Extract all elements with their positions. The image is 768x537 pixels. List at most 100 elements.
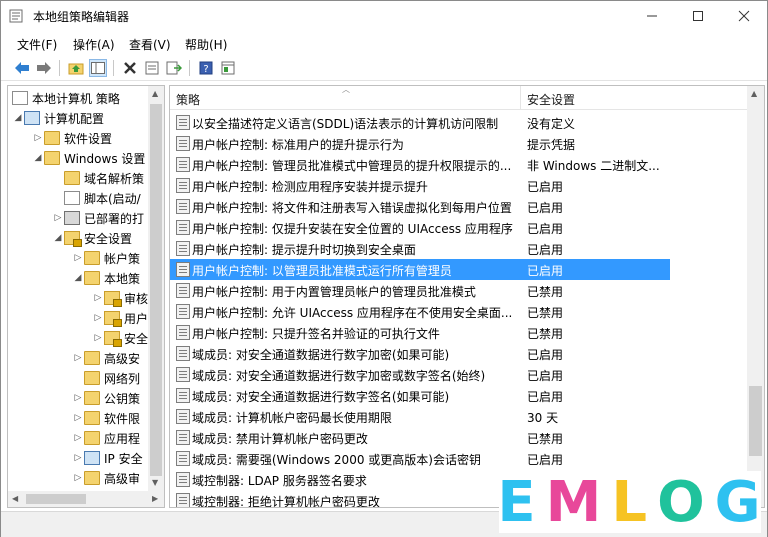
tree-item-label: 已部署的打 (84, 211, 145, 226)
policy-icon (176, 178, 190, 193)
ip-security-icon (84, 451, 100, 465)
tree-item-public-key[interactable]: ▷ 公钥策 (72, 388, 140, 408)
tree-item-account-policies[interactable]: ▷ 帐户策 (72, 248, 140, 268)
menu-view[interactable]: 查看(V) (129, 36, 171, 53)
scroll-up-icon[interactable]: ▲ (152, 89, 158, 98)
table-row[interactable]: 域成员: 计算机帐户密码最长使用期限 30 天 (170, 406, 670, 427)
scroll-down-icon[interactable]: ▼ (152, 478, 158, 487)
table-row[interactable]: 用户帐户控制: 将文件和注册表写入错误虚拟化到每用户位置 已启用 (170, 196, 670, 217)
tree-item-name-resolution[interactable]: 域名解析策 (52, 168, 144, 188)
forward-button[interactable] (35, 59, 53, 77)
tree-vertical-scrollbar[interactable]: ▲ ▼ (148, 86, 164, 491)
policy-icon (176, 367, 190, 382)
tree-item-security-settings[interactable]: ◢ 安全设置 (52, 228, 132, 248)
minimize-icon (647, 15, 657, 17)
watermark-letter: G (714, 469, 763, 535)
help-button[interactable]: ? (197, 59, 215, 77)
folder-icon (84, 471, 100, 485)
table-row[interactable]: 用户帐户控制: 只提升签名并验证的可执行文件 已禁用 (170, 322, 670, 343)
column-header-security-setting[interactable]: 安全设置 (527, 91, 575, 108)
tree-item-advanced-firewall[interactable]: ▷ 高级安 (72, 348, 140, 368)
tree-item-local-policies[interactable]: ◢ 本地策 (72, 268, 140, 288)
table-row[interactable]: 用户帐户控制: 允许 UIAccess 应用程序在不使用安全桌面... 已禁用 (170, 301, 670, 322)
tree-item-software-settings[interactable]: ▷ 软件设置 (32, 128, 112, 148)
console-tree-icon (91, 62, 105, 74)
tree-item-label: 审核 (124, 291, 149, 306)
tree-item-app-control[interactable]: ▷ 应用程 (72, 428, 140, 448)
tree-item-label: 帐户策 (104, 251, 141, 266)
folder-icon (84, 271, 100, 285)
console-tree-pane[interactable]: 本地计算机 策略 ◢ 计算机配置 ▷ 软件设置 ◢ Windows 设置 域名解… (7, 85, 165, 508)
tree-item-windows-settings[interactable]: ◢ Windows 设置 (32, 148, 145, 168)
table-row[interactable]: 用户帐户控制: 标准用户的提升提示行为 提示凭据 (170, 133, 670, 154)
show-hide-tree-button[interactable] (89, 59, 107, 77)
tree-item-advanced-audit[interactable]: ▷ 高级审 (72, 468, 140, 488)
table-row[interactable]: 以安全描述符定义语言(SDDL)语法表示的计算机访问限制 没有定义 (170, 112, 670, 133)
properties-button[interactable] (143, 59, 161, 77)
tree-horizontal-scrollbar[interactable]: ◀ ▶ (8, 491, 164, 507)
table-row[interactable]: 域成员: 需要强(Windows 2000 或更高版本)会话密钥 已启用 (170, 448, 670, 469)
emlog-watermark-logo: E M L O G (497, 469, 763, 535)
table-row[interactable]: 域成员: 对安全通道数据进行数字加密(如果可能) 已启用 (170, 343, 670, 364)
chevron-down-icon: ◢ (54, 233, 62, 243)
tree-item-label: Windows 设置 (64, 151, 146, 166)
tree-root[interactable]: 本地计算机 策略 (12, 88, 120, 108)
policy-value: 非 Windows 二进制文... (527, 159, 660, 173)
menu-file[interactable]: 文件(F) (17, 36, 57, 53)
scroll-left-icon[interactable]: ◀ (12, 494, 18, 503)
view-pane-button[interactable] (219, 59, 237, 77)
table-row[interactable]: 域成员: 对安全通道数据进行数字签名(如果可能) 已启用 (170, 385, 670, 406)
tree-item-computer-config[interactable]: ◢ 计算机配置 (12, 108, 104, 128)
list-vertical-scrollbar[interactable]: ▲ ▼ (747, 86, 764, 507)
table-row[interactable]: 域成员: 对安全通道数据进行数字加密或数字签名(始终) 已启用 (170, 364, 670, 385)
back-button[interactable] (13, 59, 31, 77)
policy-icon (176, 430, 190, 445)
policy-value: 已启用 (527, 348, 564, 362)
delete-button[interactable] (121, 59, 139, 77)
list-scroll-thumb[interactable] (749, 386, 762, 456)
tree-item-security-options[interactable]: ▷ 安全 (92, 328, 148, 348)
table-row[interactable]: 用户帐户控制: 用于内置管理员帐户的管理员批准模式 已禁用 (170, 280, 670, 301)
minimize-button[interactable] (629, 1, 675, 31)
policy-icon (176, 493, 190, 507)
table-row[interactable]: 用户帐户控制: 检测应用程序安装并提示提升 已启用 (170, 175, 670, 196)
table-row-selected[interactable]: 用户帐户控制: 以管理员批准模式运行所有管理员 已启用 (170, 259, 670, 280)
chevron-right-icon: ▷ (74, 433, 82, 443)
tree-item-scripts[interactable]: 脚本(启动/ (52, 188, 141, 208)
tree-item-deployed-printers[interactable]: ▷ 已部署的打 (52, 208, 144, 228)
close-icon (738, 10, 750, 22)
policy-name: 用户帐户控制: 将文件和注册表写入错误虚拟化到每用户位置 (192, 201, 512, 215)
maximize-button[interactable] (675, 1, 721, 31)
up-one-level-button[interactable] (67, 59, 85, 77)
tree-item-network-list[interactable]: 网络列 (72, 368, 140, 388)
export-list-button[interactable] (165, 59, 183, 77)
table-row[interactable]: 用户帐户控制: 提示提升时切换到安全桌面 已启用 (170, 238, 670, 259)
watermark-letter: L (611, 469, 650, 535)
policy-name: 用户帐户控制: 提示提升时切换到安全桌面 (192, 243, 416, 257)
menu-help[interactable]: 帮助(H) (185, 36, 227, 53)
table-row[interactable]: 域成员: 禁用计算机帐户密码更改 已禁用 (170, 427, 670, 448)
table-row[interactable]: 用户帐户控制: 仅提升安装在安全位置的 UIAccess 应用程序 已启用 (170, 217, 670, 238)
close-button[interactable] (721, 1, 767, 31)
tree-scroll-thumb[interactable] (150, 104, 162, 476)
script-icon (64, 191, 80, 205)
tree-item-ip-security[interactable]: ▷ IP 安全 (72, 448, 143, 468)
table-row[interactable]: 用户帐户控制: 管理员批准模式中管理员的提升权限提示的... 非 Windows … (170, 154, 670, 175)
column-header-policy[interactable]: 策略 (176, 91, 200, 108)
tree-item-software-restriction[interactable]: ▷ 软件限 (72, 408, 140, 428)
policy-list-pane[interactable]: 策略 ︿ 安全设置 以安全描述符定义语言(SDDL)语法表示的计算机访问限制 没有… (169, 85, 765, 508)
tree-item-label: 脚本(启动/ (84, 191, 141, 206)
policy-icon (176, 388, 190, 403)
menu-action[interactable]: 操作(A) (73, 36, 115, 53)
policy-name: 域成员: 对安全通道数据进行数字加密或数字签名(始终) (192, 369, 486, 383)
help-book-icon: ? (199, 61, 213, 75)
tree-item-label: 网络列 (104, 371, 141, 386)
delete-x-icon (124, 62, 136, 74)
tree-item-audit-policy[interactable]: ▷ 审核 (92, 288, 148, 308)
folder-icon (44, 131, 60, 145)
tree-hscroll-thumb[interactable] (26, 494, 86, 504)
scroll-up-icon[interactable]: ▲ (751, 89, 757, 98)
watermark-letter: E (497, 469, 538, 535)
scroll-right-icon[interactable]: ▶ (152, 494, 158, 503)
tree-item-user-rights[interactable]: ▷ 用户 (92, 308, 148, 328)
